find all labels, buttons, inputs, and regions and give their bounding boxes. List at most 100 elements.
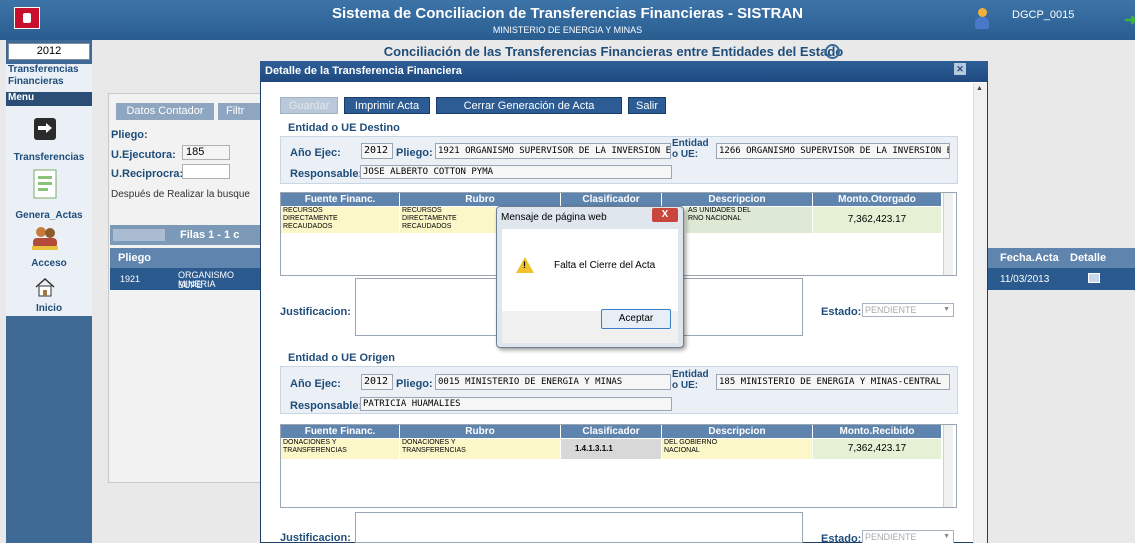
origen-grid-scrollbar[interactable] [943,425,953,507]
responsable-field[interactable]: PATRICIA HUAMALIES [360,397,672,411]
row-name-line2: MINERIA [178,279,216,289]
imprimir-acta-button[interactable]: Imprimir Acta [344,97,430,114]
estado-label: Estado: [821,306,862,318]
exit-icon[interactable]: ➜ [1124,10,1135,30]
ue-input[interactable]: 185 [182,145,230,160]
origen-section-title: Entidad o UE Origen [288,352,395,364]
estado-select[interactable]: PENDIENTE [862,530,954,543]
phone-icon [825,44,840,59]
alert-message: Falta el Cierre del Acta [554,260,656,271]
alert-title: Mensaje de página web [501,212,607,223]
app-subtitle: MINISTERIO DE ENERGIA Y MINAS [492,25,643,35]
entidad-label: Entidad [672,369,709,380]
cell-rubro: DONACIONES Y TRANSFERENCIAS [400,439,560,459]
table-row-right[interactable]: 11/03/2013 [988,268,1135,290]
alert-close-button[interactable]: X [652,208,678,222]
col-monto[interactable]: Monto.Otorgado [813,193,941,206]
pager-controls[interactable] [113,229,165,241]
close-icon[interactable]: ✕ [954,63,966,75]
pliego-label: Pliego: [111,129,148,141]
row-fecha: 11/03/2013 [1000,274,1050,285]
pliego-field[interactable]: 1921 ORGANISMO SUPERVISOR DE LA INVERSIO… [435,143,671,159]
cerrar-acta-button[interactable]: Cerrar Generación de Acta [436,97,622,114]
table-row[interactable]: 1921 ORGANISMO SUPE MINERIA [110,268,260,290]
detail-grid-icon[interactable] [1088,273,1100,283]
entidad-field[interactable]: 1266 ORGANISMO SUPERVISOR DE LA INVERSIO… [716,143,950,159]
user-name: DGCP_0015 [1012,9,1075,21]
sidebar-section-title: Transferencias Financieras [6,64,92,92]
users-icon[interactable] [30,224,60,254]
destino-section-title: Entidad o UE Destino [288,122,400,134]
sidebar-item-inicio[interactable]: Inicio [6,303,92,314]
salir-button[interactable]: Salir [628,97,666,114]
justificacion-label: Justificacion: [280,532,351,543]
ano-field[interactable]: 2012 [361,374,393,390]
ano-label: Año Ejec: [290,378,341,390]
col-monto[interactable]: Monto.Recibido [813,425,941,438]
app-window: Sistema de Conciliacion de Transferencia… [0,0,1135,543]
ue-label: o UE: [672,380,699,391]
guardar-button[interactable]: Guardar [280,97,338,114]
estado-select[interactable]: PENDIENTE [862,303,954,317]
col-rubro[interactable]: Rubro [400,193,560,206]
col-fuente[interactable]: Fuente Financ. [281,193,399,206]
column-header-fecha[interactable]: Fecha.Acta [1000,252,1059,264]
app-title: Sistema de Conciliacion de Transferencia… [332,5,803,22]
justificacion-textarea[interactable] [355,512,803,543]
column-header-pliego[interactable]: Pliego [110,248,260,268]
document-icon[interactable] [30,168,60,202]
responsable-field[interactable]: JOSE ALBERTO COTTON PYMA [360,165,672,179]
sidebar-item-genera-actas[interactable]: Genera_Actas [6,210,92,221]
estado-label: Estado: [821,533,862,543]
tab-filtro[interactable]: Filtr [218,103,263,120]
pliego-field[interactable]: 0015 MINISTERIO DE ENERGIA Y MINAS [435,374,671,390]
col-clasificador[interactable]: Clasificador [561,425,661,438]
entidad-label: Entidad [672,138,709,149]
col-descripcion[interactable]: Descripcion [662,193,812,206]
responsable-label: Responsable: [290,400,363,412]
sidebar-item-acceso[interactable]: Acceso [6,258,92,269]
tab-datos-contador[interactable]: Datos Contador [116,103,214,120]
destino-grid-scrollbar[interactable] [943,193,953,275]
home-icon[interactable] [34,276,56,298]
col-rubro[interactable]: Rubro [400,425,560,438]
cell-rubro: RECURSOS DIRECTAMENTE RECAUDADOS [400,207,496,233]
row-pliego: 1921 [120,274,141,284]
modal-title: Detalle de la Transferencia Financiera [260,61,988,82]
pliego-label: Pliego: [396,147,433,159]
col-clasificador[interactable]: Clasificador [561,193,661,206]
col-descripcion[interactable]: Descripcion [662,425,812,438]
cell-fuente: DONACIONES Y TRANSFERENCIAS [281,439,399,459]
cell-fuente: RECURSOS DIRECTAMENTE RECAUDADOS [281,207,399,233]
search-note: Después de Realizar la busque [111,189,250,200]
ue-label: o UE: [672,149,699,160]
transfer-arrows-icon[interactable] [34,118,56,140]
year-selector[interactable]: 2012 [8,43,90,60]
cell-descripcion: AS UNIDADES DEL RNO NACIONAL [686,207,812,233]
grid-header-right: Fecha.Acta Detalle [988,248,1135,268]
urec-input[interactable] [182,164,230,179]
justificacion-label: Justificacion: [280,306,351,318]
urec-label: U.Reciprocra: [111,168,184,180]
cell-descripcion: DEL GOBIERNO NACIONAL [662,439,812,459]
entidad-field[interactable]: 185 MINISTERIO DE ENERGIA Y MINAS-CENTRA… [716,374,950,390]
rows-count: Filas 1 - 1 c [180,229,240,241]
page-title: Conciliación de las Transferencias Finan… [383,44,844,59]
user-icon [975,8,989,30]
cell-clasificador: 1.4.1.3.1.1 [561,439,661,459]
ano-label: Año Ejec: [290,147,341,159]
ue-label: U.Ejecutora: [111,149,176,161]
col-fuente[interactable]: Fuente Financ. [281,425,399,438]
top-bar: Sistema de Conciliacion de Transferencia… [0,0,1135,40]
warning-exclamation: ! [523,260,526,270]
column-header-detalle[interactable]: Detalle [1070,252,1106,264]
ano-field[interactable]: 2012 [361,143,393,159]
pliego-label: Pliego: [396,378,433,390]
sidebar-item-transferencias[interactable]: Transferencias [6,152,92,163]
aceptar-button[interactable]: Aceptar [601,309,671,329]
responsable-label: Responsable: [290,168,363,180]
sidebar-menu-label: Menu [6,92,92,106]
cell-monto: 7,362,423.17 [813,439,941,459]
cell-monto: 7,362,423.17 [813,207,941,233]
modal-scrollbar[interactable] [973,83,987,543]
